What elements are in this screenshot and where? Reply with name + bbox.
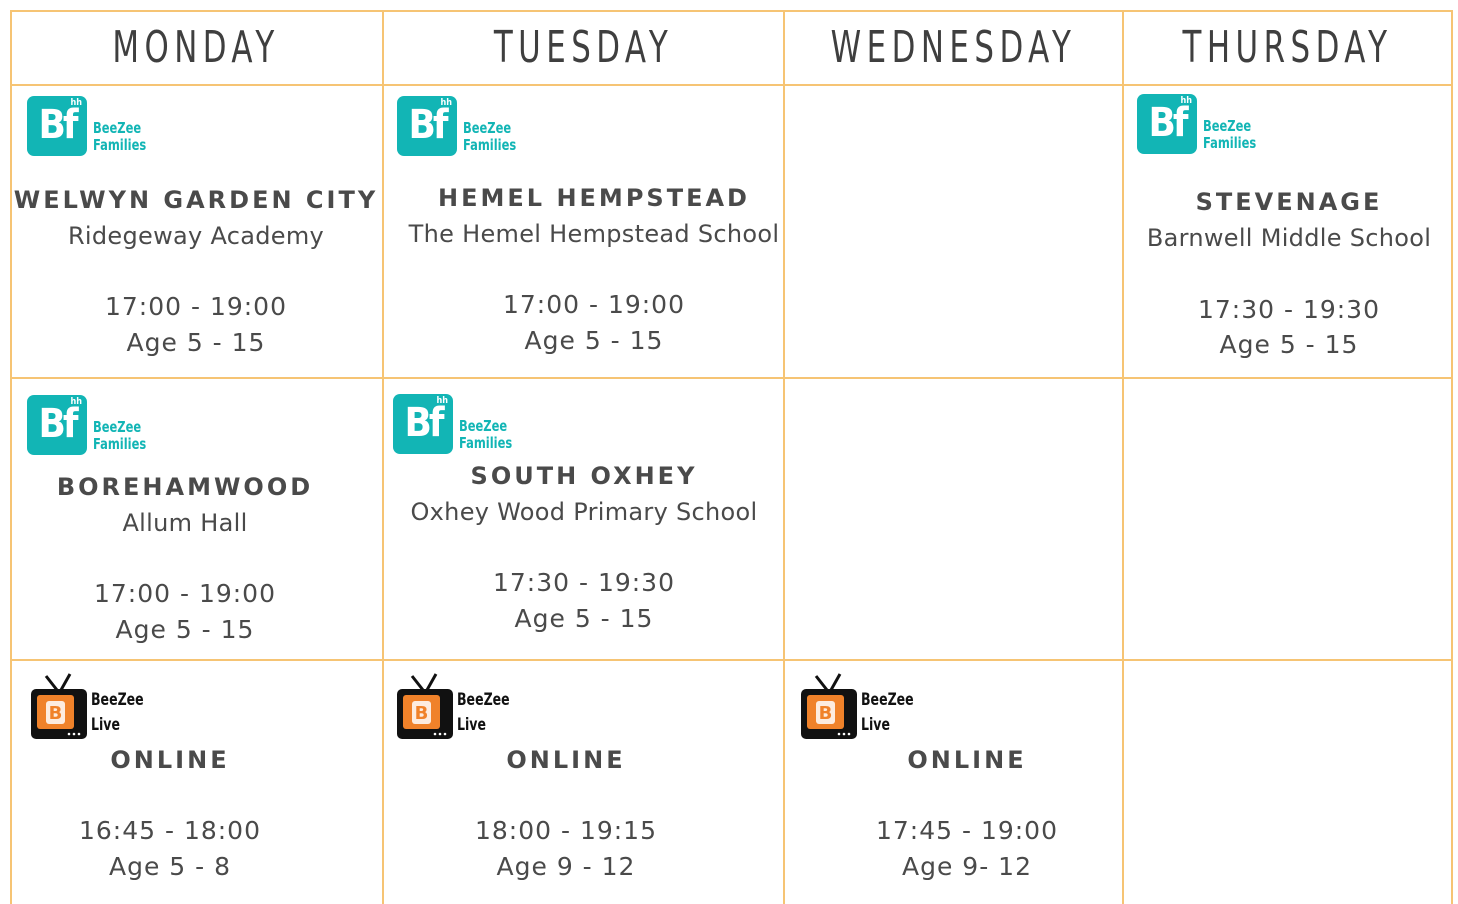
session-age: Age 5 - 15 [1219, 330, 1359, 359]
session-age: Age 9- 12 [902, 852, 1032, 881]
grid-line [1451, 10, 1453, 904]
session-time: 17:30 - 19:30 [492, 568, 675, 597]
session-venue: Allum Hall [122, 509, 248, 537]
session-location: WELWYN GARDEN CITY [13, 186, 379, 214]
tv-icon: B [31, 673, 87, 739]
session-time: 16:45 - 18:00 [78, 816, 261, 845]
tv-icon: B [801, 673, 857, 739]
beezee-families-logo: Bf hh BeeZee Families [1137, 94, 1266, 154]
session-location: STEVENAGE [1195, 188, 1383, 216]
day-header-monday: MONDAY [112, 21, 280, 73]
bf-logo-icon: Bf hh [397, 96, 457, 156]
timetable-grid: MONDAY TUESDAY WEDNESDAY THURSDAY Bf hh B… [10, 10, 1453, 904]
session-location: BOREHAMWOOD [56, 473, 314, 501]
beezee-families-logo: Bf hh BeeZee Families [397, 96, 526, 156]
day-header-wednesday: WEDNESDAY [830, 21, 1077, 73]
bf-logo-icon: Bf hh [393, 394, 453, 454]
beezee-families-logo: Bf hh BeeZee Families [27, 96, 156, 156]
session-venue: The Hemel Hempstead School [408, 220, 780, 248]
session-age: Age 5 - 15 [115, 615, 255, 644]
session-age: Age 5 - 15 [514, 604, 654, 633]
svg-text:B: B [49, 703, 63, 724]
session-location: ONLINE [907, 746, 1027, 774]
session-time: 17:00 - 19:00 [104, 292, 287, 321]
grid-line [10, 84, 1453, 86]
svg-text:B: B [819, 703, 833, 724]
session-age: Age 5 - 15 [524, 326, 664, 355]
beezee-families-logo: Bf hh BeeZee Families [393, 394, 522, 454]
svg-text:B: B [415, 703, 429, 724]
day-header-thursday: THURSDAY [1182, 21, 1393, 73]
session-venue: Barnwell Middle School [1146, 224, 1432, 252]
session-location: HEMEL HEMPSTEAD [438, 184, 750, 212]
session-location: ONLINE [110, 746, 230, 774]
beezee-live-logo: B BeeZee Live [396, 672, 521, 740]
day-header-tuesday: TUESDAY [493, 21, 674, 73]
bf-logo-icon: Bf hh [27, 96, 87, 156]
session-time: 17:45 - 19:00 [875, 816, 1058, 845]
session-location: ONLINE [506, 746, 626, 774]
bf-logo-icon: Bf hh [27, 395, 87, 455]
session-time: 18:00 - 19:15 [474, 816, 657, 845]
session-location: SOUTH OXHEY [470, 462, 698, 490]
grid-line [10, 377, 1453, 379]
beezee-live-logo: B BeeZee Live [800, 672, 925, 740]
session-time: 17:00 - 19:00 [502, 290, 685, 319]
tv-icon: B [397, 673, 453, 739]
session-venue: Ridegeway Academy [67, 222, 325, 250]
beezee-families-logo: Bf hh BeeZee Families [27, 395, 156, 455]
session-time: 17:30 - 19:30 [1197, 295, 1380, 324]
session-age: Age 5 - 15 [126, 328, 266, 357]
session-age: Age 9 - 12 [496, 852, 636, 881]
session-age: Age 5 - 8 [108, 852, 232, 881]
beezee-live-logo: B BeeZee Live [30, 672, 155, 740]
grid-line [10, 659, 1453, 661]
session-time: 17:00 - 19:00 [93, 579, 276, 608]
session-venue: Oxhey Wood Primary School [410, 498, 758, 526]
bf-logo-icon: Bf hh [1137, 94, 1197, 154]
